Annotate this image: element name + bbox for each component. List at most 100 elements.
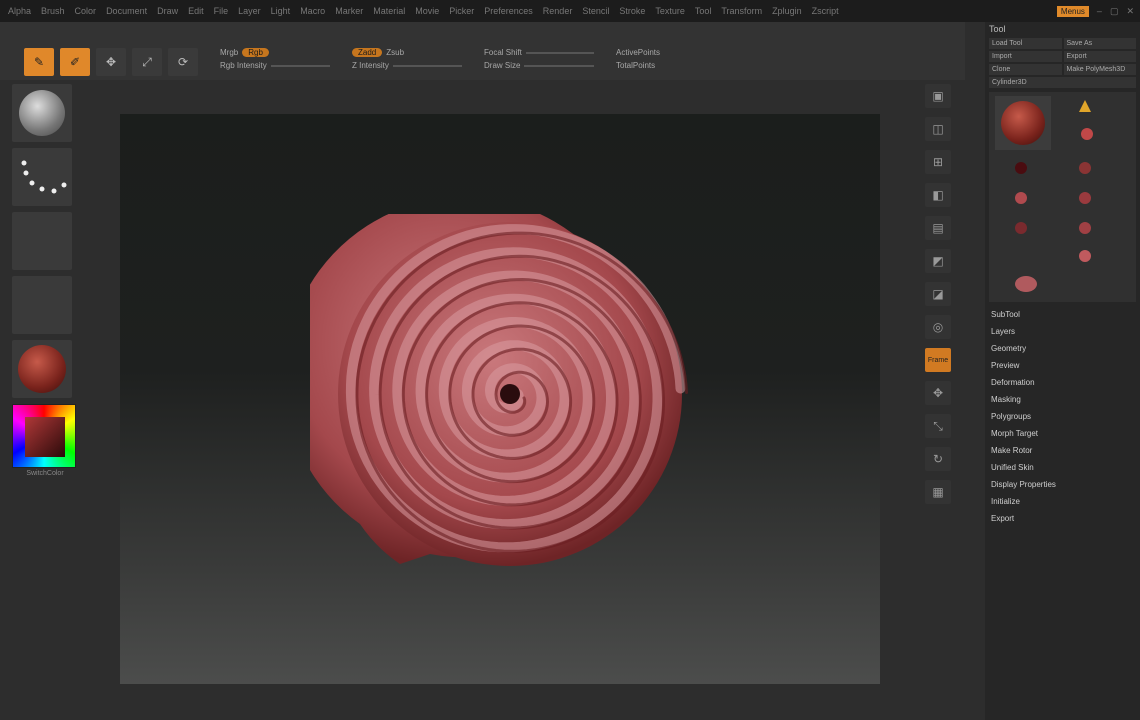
sphere-thumb-icon[interactable] — [1081, 128, 1093, 140]
dark-sphere-thumb-icon[interactable] — [1015, 162, 1027, 174]
menu-marker[interactable]: Marker — [335, 6, 363, 16]
color-picker[interactable] — [12, 404, 76, 468]
z-intensity-label[interactable]: Z Intensity — [352, 61, 389, 70]
menu-macro[interactable]: Macro — [300, 6, 325, 16]
brush-selector[interactable] — [12, 84, 72, 142]
subpalette-masking[interactable]: Masking — [991, 395, 1140, 404]
scroll-button[interactable]: ◫ — [925, 117, 951, 141]
mrgb-label[interactable]: Mrgb — [220, 48, 238, 57]
subpalette-initialize[interactable]: Initialize — [991, 497, 1140, 506]
subpalette-unified-skin[interactable]: Unified Skin — [991, 463, 1140, 472]
z-intensity-slider[interactable] — [392, 64, 462, 67]
edit-mode-button[interactable]: ✎ — [24, 48, 54, 76]
tool-btn-export[interactable]: Export — [1063, 51, 1136, 62]
switch-color-button[interactable]: SwitchColor — [12, 470, 78, 477]
subpalette-display-properties[interactable]: Display Properties — [991, 480, 1140, 489]
focal-shift-slider[interactable] — [525, 51, 594, 54]
maximize-icon[interactable]: ▢ — [1110, 6, 1119, 17]
menu-tool[interactable]: Tool — [695, 6, 712, 16]
helix-thumb-icon[interactable] — [1079, 222, 1091, 234]
scale-mode-button[interactable]: ⤢ — [132, 48, 162, 76]
actual-button[interactable]: ◧ — [925, 183, 951, 207]
menu-stroke[interactable]: Stroke — [619, 6, 645, 16]
scale-view-button[interactable]: ⤡ — [925, 414, 951, 438]
rotate-mode-button[interactable]: ⟳ — [168, 48, 198, 76]
local-button[interactable]: ◎ — [925, 315, 951, 339]
menu-brush[interactable]: Brush — [41, 6, 65, 16]
spiral-model[interactable] — [310, 214, 690, 574]
draw-size-slider[interactable] — [524, 64, 594, 67]
menu-alpha[interactable]: Alpha — [8, 6, 31, 16]
current-tool-thumbnail[interactable] — [995, 96, 1051, 150]
menu-zscript[interactable]: Zscript — [812, 6, 839, 16]
subpalette-layers[interactable]: Layers — [991, 327, 1140, 336]
spiral-thumb-icon[interactable] — [1015, 276, 1037, 292]
persp-button[interactable]: ◩ — [925, 249, 951, 273]
rotate-view-button[interactable]: ↻ — [925, 447, 951, 471]
menu-stencil[interactable]: Stencil — [582, 6, 609, 16]
subpalette-make-rotor[interactable]: Make Rotor — [991, 446, 1140, 455]
tool-palette-title[interactable]: Tool — [985, 22, 1140, 36]
color-swatch[interactable] — [25, 417, 65, 457]
right-shelf: ▣ ◫ ⊞ ◧ ▤ ◩ ◪ ◎ Frame ✥ ⤡ ↻ ▦ — [918, 84, 958, 524]
subpalette-export[interactable]: Export — [991, 514, 1140, 523]
subpalette-subtool[interactable]: SubTool — [991, 310, 1140, 319]
menu-file[interactable]: File — [214, 6, 229, 16]
tool-btn-clone[interactable]: Clone — [989, 64, 1062, 75]
menu-material[interactable]: Material — [373, 6, 405, 16]
bpr-button[interactable]: ▣ — [925, 84, 951, 108]
subpalette-polygroups[interactable]: Polygroups — [991, 412, 1140, 421]
cone-thumb-icon[interactable] — [1079, 192, 1091, 204]
move-view-button[interactable]: ✥ — [925, 381, 951, 405]
focal-shift-label[interactable]: Focal Shift — [484, 48, 522, 57]
rgb-toggle[interactable]: Rgb — [242, 48, 269, 57]
tool-btn-save-as[interactable]: Save As — [1063, 38, 1136, 49]
polymesh-thumb-icon[interactable] — [1079, 100, 1091, 112]
floor-button[interactable]: ◪ — [925, 282, 951, 306]
tool-btn-make-polymesh3d[interactable]: Make PolyMesh3D — [1063, 64, 1136, 75]
rgb-intensity-slider[interactable] — [270, 64, 330, 67]
menu-preferences[interactable]: Preferences — [484, 6, 533, 16]
tool-btn-load-tool[interactable]: Load Tool — [989, 38, 1062, 49]
draw-size-label[interactable]: Draw Size — [484, 61, 520, 70]
subpalette-morph-target[interactable]: Morph Target — [991, 429, 1140, 438]
document-canvas[interactable] — [120, 114, 880, 684]
menu-color[interactable]: Color — [75, 6, 97, 16]
menu-draw[interactable]: Draw — [157, 6, 178, 16]
tool-btn-import[interactable]: Import — [989, 51, 1062, 62]
stroke-selector[interactable] — [12, 148, 72, 206]
zadd-toggle[interactable]: Zadd — [352, 48, 383, 57]
gear-thumb-icon[interactable] — [1079, 250, 1091, 262]
texture-selector[interactable] — [12, 276, 72, 334]
menu-texture[interactable]: Texture — [655, 6, 685, 16]
alpha-selector[interactable] — [12, 212, 72, 270]
menu-document[interactable]: Document — [106, 6, 147, 16]
move-mode-button[interactable]: ✥ — [96, 48, 126, 76]
aahalf-button[interactable]: ▤ — [925, 216, 951, 240]
menu-layer[interactable]: Layer — [238, 6, 261, 16]
polyf-button[interactable]: ▦ — [925, 480, 951, 504]
material-selector[interactable] — [12, 340, 72, 398]
ring-thumb-icon[interactable] — [1015, 222, 1027, 234]
subpalette-geometry[interactable]: Geometry — [991, 344, 1140, 353]
current-tool-name[interactable]: Cylinder3D — [989, 77, 1136, 88]
minimize-icon[interactable]: – — [1097, 6, 1102, 16]
cylinder-thumb-icon[interactable] — [1079, 162, 1091, 174]
cube-thumb-icon[interactable] — [1015, 192, 1027, 204]
zoom-button[interactable]: ⊞ — [925, 150, 951, 174]
menu-light[interactable]: Light — [271, 6, 291, 16]
close-icon[interactable]: ✕ — [1126, 6, 1134, 17]
menu-picker[interactable]: Picker — [449, 6, 474, 16]
menu-transform[interactable]: Transform — [721, 6, 762, 16]
menu-edit[interactable]: Edit — [188, 6, 204, 16]
rgb-intensity-label[interactable]: Rgb Intensity — [220, 61, 267, 70]
subpalette-deformation[interactable]: Deformation — [991, 378, 1140, 387]
menu-zplugin[interactable]: Zplugin — [772, 6, 802, 16]
frame-button[interactable]: Frame — [925, 348, 951, 372]
menus-badge[interactable]: Menus — [1056, 5, 1089, 17]
menu-render[interactable]: Render — [543, 6, 573, 16]
zsub-toggle[interactable]: Zsub — [386, 48, 404, 57]
subpalette-preview[interactable]: Preview — [991, 361, 1140, 370]
menu-movie[interactable]: Movie — [415, 6, 439, 16]
draw-mode-button[interactable]: ✐ — [60, 48, 90, 76]
